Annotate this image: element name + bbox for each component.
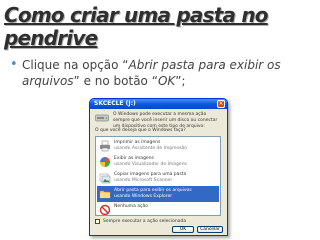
- bullet-part: ” e no botão “: [73, 74, 158, 88]
- ok-button[interactable]: OK: [172, 226, 194, 233]
- always-do-row[interactable]: Sempre executar a ação selecionada: [95, 219, 187, 225]
- image-viewer-icon: [100, 157, 110, 167]
- list-item[interactable]: Exibir as imagens usando Visualizador de…: [97, 154, 219, 170]
- option-subtitle: usando Microsoft Scanner: [114, 178, 173, 183]
- bullet-text: Clique na opção “Abrir pasta para exibir…: [10, 57, 315, 89]
- list-item[interactable]: Copiar imagens para uma pasta usando Mic…: [97, 170, 219, 186]
- slide-title: Como criar uma pasta no pendrive: [4, 3, 269, 50]
- option-subtitle: usando Windows Explorer: [114, 194, 173, 199]
- bullet-part-button: OK: [157, 74, 176, 88]
- no-action-icon: [99, 204, 111, 215]
- list-item[interactable]: Imprimir as imagens usando Assistente de…: [97, 138, 219, 154]
- option-subtitle: usando Assistente de Impressão: [114, 146, 187, 151]
- always-do-checkbox[interactable]: [95, 219, 100, 224]
- autoplay-dialog: SKCECLE (J:) × O Windows pode executar a…: [89, 98, 228, 236]
- removable-drive-icon: [95, 114, 109, 122]
- action-listbox[interactable]: Imprimir as imagens usando Assistente de…: [95, 136, 221, 216]
- bullet-part: Clique na opção “: [22, 58, 129, 72]
- dialog-titlebar[interactable]: SKCECLE (J:) ×: [90, 99, 227, 109]
- list-item-selected[interactable]: Abrir pasta para exibir os arquivos usan…: [97, 186, 219, 202]
- printer-icon: [100, 140, 110, 152]
- folder-icon: [99, 190, 111, 199]
- bullet-part: ”;: [175, 74, 186, 88]
- close-button[interactable]: ×: [217, 100, 225, 108]
- bullet-icon: •: [10, 57, 18, 72]
- dialog-title: SKCECLE (J:): [94, 100, 136, 107]
- list-item[interactable]: Nenhuma ação: [97, 202, 219, 215]
- cancel-button[interactable]: Cancelar: [197, 226, 223, 233]
- always-do-label: Sempre executar a ação selecionada: [103, 219, 187, 224]
- copy-pictures-icon: [99, 173, 111, 184]
- option-title: Nenhuma ação: [114, 204, 149, 209]
- option-subtitle: usando Visualizador de Imagens: [114, 162, 187, 167]
- bullet-point: • Clique na opção “Abrir pasta para exib…: [10, 57, 315, 89]
- dialog-question: O que você deseja que o Windows faça?: [95, 128, 186, 133]
